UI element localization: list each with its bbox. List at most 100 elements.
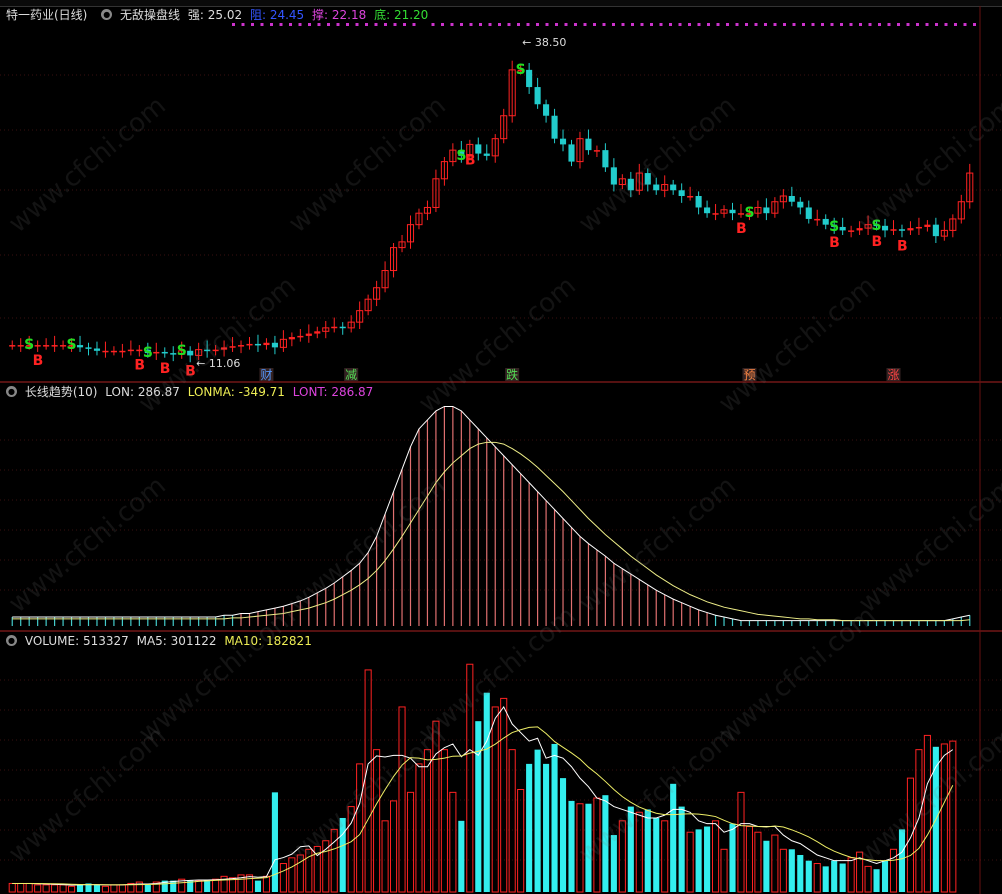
volume-bar <box>500 697 508 893</box>
volume-bar <box>712 820 720 893</box>
signal-dot <box>469 23 473 26</box>
candle-body <box>848 230 855 232</box>
volume-bar <box>847 857 855 893</box>
volume-bar <box>661 820 669 893</box>
signal-dot <box>640 23 644 26</box>
volume-bar <box>771 834 779 893</box>
volume-bar <box>797 854 804 892</box>
signal-dot <box>726 23 729 26</box>
lonma-line <box>12 441 970 622</box>
candle-body <box>788 196 795 202</box>
signal-dot <box>792 23 796 26</box>
signal-dot <box>507 23 511 26</box>
candle-body <box>297 335 304 338</box>
volume-bar <box>440 749 448 893</box>
volume-bar <box>390 800 398 893</box>
candle-body <box>314 331 321 334</box>
candle-body <box>907 228 914 231</box>
volume-bar <box>831 860 838 892</box>
signal-dot <box>849 23 853 26</box>
volume-bar <box>686 831 694 893</box>
candle-body <box>331 326 338 329</box>
candle-body <box>153 351 160 354</box>
signal-dot <box>631 23 634 26</box>
signal-dot <box>479 23 482 26</box>
settings-circle-icon[interactable]: ● <box>6 635 17 646</box>
volume-bar <box>788 849 795 892</box>
volume-bar <box>8 882 16 893</box>
signal-dot <box>745 23 748 26</box>
candle-body <box>797 201 804 208</box>
sell-signal: S <box>67 337 77 353</box>
support-label: 撑: <box>312 8 329 22</box>
candle-body <box>729 209 736 214</box>
candle-body <box>246 343 253 346</box>
signal-dot <box>868 23 872 26</box>
volume-bar <box>17 882 25 893</box>
candle-body <box>856 228 863 231</box>
candle-body <box>924 224 931 227</box>
volume-bar <box>805 860 812 892</box>
candle-body <box>932 224 939 237</box>
signal-dot <box>963 23 967 26</box>
candle-body <box>543 104 550 116</box>
candle-body <box>915 226 922 229</box>
signal-dot <box>954 23 957 26</box>
volume-bar <box>737 791 745 893</box>
candle-body <box>763 207 770 214</box>
volume-bar <box>881 860 889 892</box>
volume-bar <box>813 863 821 893</box>
lon-title[interactable]: 长线趋势(10) <box>25 385 98 399</box>
volume-bar <box>526 763 533 892</box>
signal-dot <box>887 23 891 26</box>
candle-body <box>110 350 117 353</box>
volume-bar <box>93 884 101 892</box>
candle-body <box>170 353 177 355</box>
signal-dot <box>488 23 492 26</box>
signal-dot <box>669 23 672 26</box>
signal-dot <box>460 23 463 26</box>
candle-body <box>670 184 677 191</box>
strong-label: 强: <box>187 8 204 22</box>
settings-circle-icon[interactable]: ● <box>6 386 17 397</box>
settings-circle-icon[interactable]: ● <box>101 9 113 20</box>
candle-body <box>119 350 126 353</box>
signal-dot <box>450 23 454 26</box>
high-price-label: ← 38.50 <box>522 36 566 49</box>
volume-bar <box>195 880 203 893</box>
candle-body <box>805 207 812 219</box>
volume-bar <box>534 749 541 892</box>
volume-bar <box>745 826 753 893</box>
signal-dot <box>944 23 948 26</box>
stock-name[interactable]: 特一药业(日线) <box>6 8 87 22</box>
volume-bar <box>678 806 685 892</box>
candle-body <box>43 345 50 347</box>
candle-body <box>76 345 84 348</box>
candle-body <box>695 196 702 208</box>
volume-bar <box>839 863 846 892</box>
sell-signal: S <box>143 345 153 361</box>
volume-bar <box>458 820 465 892</box>
candle-body <box>34 345 41 347</box>
signal-dot <box>716 23 720 26</box>
candle-body <box>475 144 482 154</box>
signal-dot <box>821 23 824 26</box>
volume-bar <box>118 884 126 893</box>
signal-dot <box>602 23 606 26</box>
sell-signal: S <box>829 219 839 235</box>
candle-body <box>687 196 694 198</box>
resist-value: 24.45 <box>269 8 305 22</box>
sell-signal: S <box>744 205 754 221</box>
volume-bar <box>889 848 898 893</box>
candle-body <box>822 218 829 225</box>
sell-signal: S <box>516 62 526 78</box>
volume-bar <box>59 884 67 893</box>
volume-bar <box>279 863 287 893</box>
volume-bar <box>398 706 406 893</box>
indicator-name[interactable]: 无敌操盘线 <box>120 8 180 22</box>
candle-body <box>559 138 567 145</box>
volume-bar <box>543 763 550 892</box>
signal-dot <box>678 23 682 26</box>
candle-body <box>9 345 16 347</box>
volume-bar <box>729 823 736 892</box>
